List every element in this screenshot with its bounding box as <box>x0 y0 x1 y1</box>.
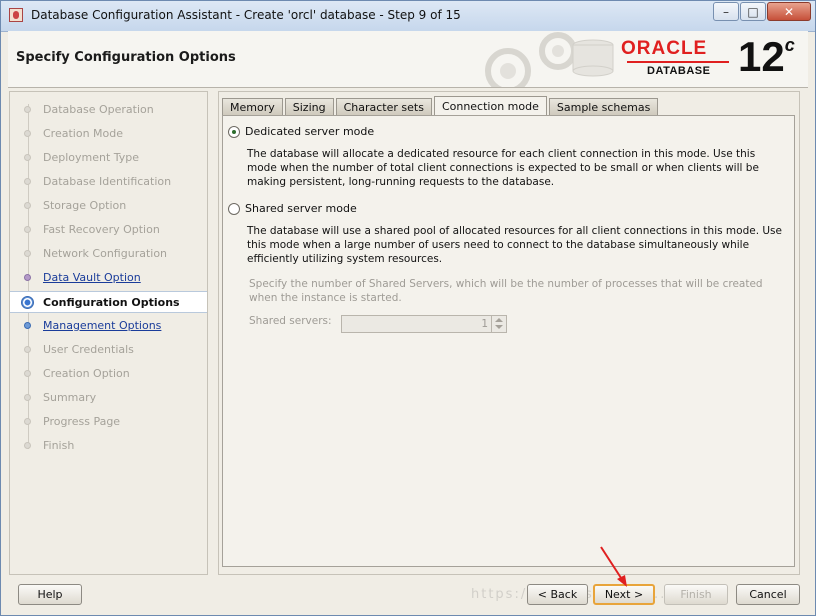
step-label: Finish <box>43 439 75 452</box>
connection-mode-panel: Dedicated server mode The database will … <box>222 115 795 567</box>
step-fast-recovery-option: Fast Recovery Option <box>10 219 207 241</box>
dedicated-server-label[interactable]: Dedicated server mode <box>245 125 374 138</box>
step-label: Summary <box>43 391 97 404</box>
step-database-operation: Database Operation <box>10 99 207 121</box>
window-title: Database Configuration Assistant - Creat… <box>31 8 461 22</box>
version-number: 12 <box>738 33 785 80</box>
step-label: Creation Option <box>43 367 130 380</box>
maximize-icon: □ <box>747 5 759 19</box>
close-button[interactable]: ✕ <box>767 2 811 21</box>
step-configuration-options: Configuration Options <box>10 291 207 313</box>
step-dot-icon <box>24 394 31 401</box>
back-button[interactable]: < Back <box>527 584 588 605</box>
current-step-icon <box>21 296 34 309</box>
window-controls: – □ ✕ <box>712 2 811 21</box>
shared-server-label[interactable]: Shared server mode <box>245 202 357 215</box>
step-label: Network Configuration <box>43 247 168 260</box>
step-label: Database Operation <box>43 103 154 116</box>
dbca-window: Database Configuration Assistant - Creat… <box>0 0 816 616</box>
content-area: Memory Sizing Character sets Connection … <box>218 91 800 575</box>
step-label[interactable]: Management Options <box>43 319 161 332</box>
step-storage-option: Storage Option <box>10 195 207 217</box>
minimize-button[interactable]: – <box>713 2 739 21</box>
close-icon: ✕ <box>783 5 795 19</box>
step-label: User Credentials <box>43 343 134 356</box>
step-dot-icon <box>24 154 31 161</box>
step-dot-icon <box>24 106 31 113</box>
step-label: Fast Recovery Option <box>43 223 160 236</box>
cancel-button[interactable]: Cancel <box>736 584 800 605</box>
help-button[interactable]: Help <box>18 584 82 605</box>
step-creation-option: Creation Option <box>10 363 207 385</box>
minimize-icon: – <box>723 5 729 19</box>
title-bar: Database Configuration Assistant - Creat… <box>1 1 815 32</box>
step-label: Creation Mode <box>43 127 124 140</box>
step-dot-icon <box>24 202 31 209</box>
step-label: Progress Page <box>43 415 121 428</box>
step-dot-icon <box>24 370 31 377</box>
step-database-identification: Database Identification <box>10 171 207 193</box>
step-data-vault-option[interactable]: Data Vault Option <box>10 267 207 289</box>
stepper-up-icon[interactable] <box>495 318 503 322</box>
step-label[interactable]: Data Vault Option <box>43 271 141 284</box>
shared-servers-label: Shared servers: <box>249 315 332 327</box>
tab-sizing[interactable]: Sizing <box>284 98 334 115</box>
step-user-credentials: User Credentials <box>10 339 207 361</box>
step-label: Deployment Type <box>43 151 140 164</box>
shared-server-description: The database will use a shared pool of a… <box>247 225 782 265</box>
step-dot-icon <box>24 130 31 137</box>
step-dot-icon <box>24 226 31 233</box>
version-suffix: c <box>784 35 795 55</box>
tab-connection-mode[interactable]: Connection mode <box>433 96 547 115</box>
step-label: Storage Option <box>43 199 127 212</box>
step-summary: Summary <box>10 387 207 409</box>
step-dot-icon <box>24 346 31 353</box>
oracle-version: 12c <box>738 36 795 78</box>
dedicated-server-option[interactable]: Dedicated server mode <box>228 125 374 138</box>
step-dot-icon <box>24 250 31 257</box>
shared-servers-value: 1 <box>481 318 488 330</box>
stepper-arrows[interactable] <box>491 316 506 332</box>
maximize-button[interactable]: □ <box>740 2 766 21</box>
dedicated-server-radio[interactable] <box>228 125 240 138</box>
tab-sample-schemas[interactable]: Sample schemas <box>548 98 659 115</box>
step-finish: Finish <box>10 435 207 457</box>
step-dot-icon <box>24 442 31 449</box>
shared-server-radio[interactable] <box>228 202 240 215</box>
page-title: Specify Configuration Options <box>16 50 236 65</box>
java-app-icon <box>9 8 23 22</box>
tab-character-sets[interactable]: Character sets <box>335 98 432 115</box>
shared-server-option[interactable]: Shared server mode <box>228 202 357 215</box>
step-progress-page: Progress Page <box>10 411 207 433</box>
step-label: Database Identification <box>43 175 172 188</box>
step-label: Configuration Options <box>43 296 180 309</box>
step-network-configuration: Network Configuration <box>10 243 207 265</box>
dedicated-server-description: The database will allocate a dedicated r… <box>247 148 759 188</box>
oracle-product: DATABASE <box>647 65 711 77</box>
step-dot-icon <box>24 418 31 425</box>
step-management-options[interactable]: Management Options <box>10 315 207 337</box>
step-dot-icon <box>24 274 31 281</box>
step-deployment-type: Deployment Type <box>10 147 207 169</box>
shared-servers-hint: Specify the number of Shared Servers, wh… <box>249 278 763 304</box>
wizard-header: Specify Configuration Options ORACLE DAT… <box>8 31 808 88</box>
tab-memory[interactable]: Memory <box>222 98 283 115</box>
logo-divider <box>627 61 729 63</box>
options-tabs: Memory Sizing Character sets Connection … <box>222 96 660 116</box>
finish-button[interactable]: Finish <box>664 584 728 605</box>
gears-graphic-icon <box>485 32 614 87</box>
oracle-brand: ORACLE <box>621 38 708 59</box>
step-creation-mode: Creation Mode <box>10 123 207 145</box>
step-dot-icon <box>24 178 31 185</box>
shared-servers-stepper[interactable]: 1 <box>341 315 507 333</box>
stepper-down-icon[interactable] <box>495 325 503 329</box>
step-dot-icon <box>24 322 31 329</box>
red-arrow-annotation-icon <box>600 546 627 587</box>
wizard-steps-nav: Database Operation Creation Mode Deploym… <box>9 91 208 575</box>
